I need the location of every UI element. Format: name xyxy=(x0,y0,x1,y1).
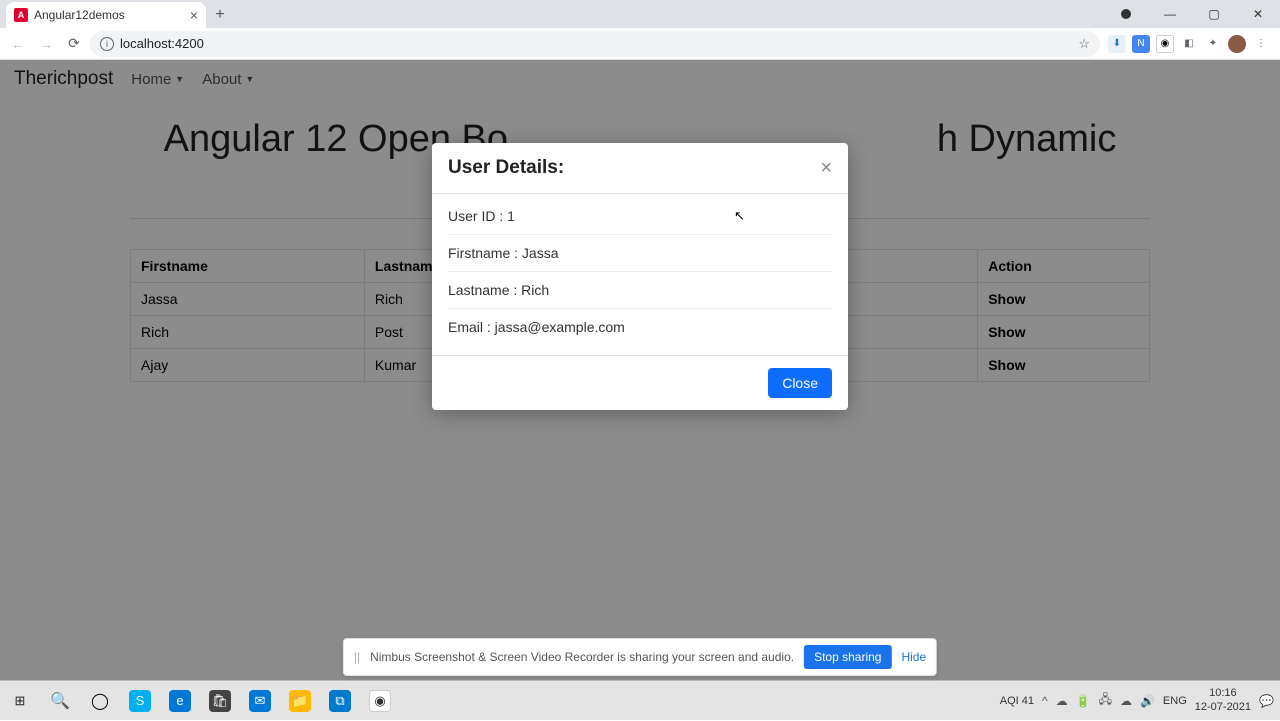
forward-button[interactable]: → xyxy=(34,32,58,56)
taskbar-mail[interactable]: ✉ xyxy=(240,681,280,721)
tray-aqi[interactable]: AQI 41 xyxy=(1000,695,1034,707)
extension-icon[interactable]: ◉ xyxy=(1156,35,1174,53)
field-firstname: Firstname : Jassa xyxy=(448,235,832,272)
taskbar-chrome[interactable]: ◉ xyxy=(360,681,400,721)
profile-avatar[interactable] xyxy=(1228,35,1246,53)
reload-button[interactable]: ⟳ xyxy=(62,32,86,56)
record-indicator xyxy=(1104,0,1148,28)
extension-icon[interactable]: N xyxy=(1132,35,1150,53)
page-viewport: Therichpost Home▼ About▼ Angular 12 Open… xyxy=(0,60,1280,680)
close-tab-icon[interactable]: × xyxy=(190,7,198,23)
share-bar-text: Nimbus Screenshot & Screen Video Recorde… xyxy=(370,650,794,664)
tray-clock[interactable]: 10:16 12-07-2021 xyxy=(1195,687,1251,713)
tray-cloud-icon[interactable]: ☁ xyxy=(1120,694,1132,708)
start-button[interactable]: ⊞ xyxy=(0,681,40,721)
tray-notifications-icon[interactable]: 💬 xyxy=(1259,694,1274,708)
maximize-button[interactable]: ▢ xyxy=(1192,0,1236,28)
browser-titlebar: A Angular12demos × + — ▢ ✕ xyxy=(0,0,1280,28)
taskbar-store[interactable]: 🛍 xyxy=(200,681,240,721)
hide-share-bar[interactable]: Hide xyxy=(901,650,926,664)
tray-volume-icon[interactable]: 🔊 xyxy=(1140,694,1155,708)
modal-close-icon[interactable]: × xyxy=(820,158,832,178)
tray-overflow[interactable]: ^ xyxy=(1042,694,1048,708)
tray-network-icon[interactable]: 🖧 xyxy=(1099,690,1112,711)
back-button[interactable]: ← xyxy=(6,32,30,56)
extension-icon[interactable]: ⬇ xyxy=(1108,35,1126,53)
screen-share-bar: || Nimbus Screenshot & Screen Video Reco… xyxy=(343,638,937,676)
site-info-icon[interactable]: i xyxy=(100,37,114,51)
taskbar-vscode[interactable]: ⧉ xyxy=(320,681,360,721)
field-lastname: Lastname : Rich xyxy=(448,272,832,309)
field-user-id: User ID : 1 xyxy=(448,198,832,235)
close-window-button[interactable]: ✕ xyxy=(1236,0,1280,28)
new-tab-button[interactable]: + xyxy=(206,2,234,28)
extension-icons: ⬇ N ◉ ◧ ✦ ⋮ xyxy=(1104,35,1274,53)
tray-battery-icon[interactable]: 🔋 xyxy=(1076,694,1091,708)
tab-title: Angular12demos xyxy=(34,8,184,22)
tray-onedrive-icon[interactable]: ☁ xyxy=(1056,694,1068,708)
share-bar-handle[interactable]: || xyxy=(354,650,360,664)
minimize-button[interactable]: — xyxy=(1148,0,1192,28)
taskbar-skype[interactable]: S xyxy=(120,681,160,721)
browser-toolbar: ← → ⟳ i localhost:4200 ☆ ⬇ N ◉ ◧ ✦ ⋮ xyxy=(0,28,1280,60)
cortana-button[interactable]: ◯ xyxy=(80,681,120,721)
tray-language[interactable]: ENG xyxy=(1163,695,1187,707)
browser-tab[interactable]: A Angular12demos × xyxy=(6,2,206,28)
bookmark-icon[interactable]: ☆ xyxy=(1078,36,1090,52)
extension-icon[interactable]: ◧ xyxy=(1180,35,1198,53)
windows-taskbar: ⊞ 🔍 ◯ S e 🛍 ✉ 📁 ⧉ ◉ AQI 41 ^ ☁ 🔋 🖧 ☁ 🔊 E… xyxy=(0,680,1280,720)
modal-title: User Details: xyxy=(448,157,564,179)
user-details-modal: User Details: × User ID : 1 Firstname : … xyxy=(432,143,848,410)
angular-favicon: A xyxy=(14,8,28,22)
address-bar[interactable]: i localhost:4200 ☆ xyxy=(90,31,1100,57)
search-button[interactable]: 🔍 xyxy=(40,681,80,721)
field-email: Email : jassa@example.com xyxy=(448,309,832,345)
url-text: localhost:4200 xyxy=(120,36,204,51)
taskbar-explorer[interactable]: 📁 xyxy=(280,681,320,721)
stop-sharing-button[interactable]: Stop sharing xyxy=(804,645,891,669)
taskbar-edge[interactable]: e xyxy=(160,681,200,721)
chrome-menu-icon[interactable]: ⋮ xyxy=(1252,35,1270,53)
modal-close-button[interactable]: Close xyxy=(768,368,832,398)
extensions-menu-icon[interactable]: ✦ xyxy=(1204,35,1222,53)
